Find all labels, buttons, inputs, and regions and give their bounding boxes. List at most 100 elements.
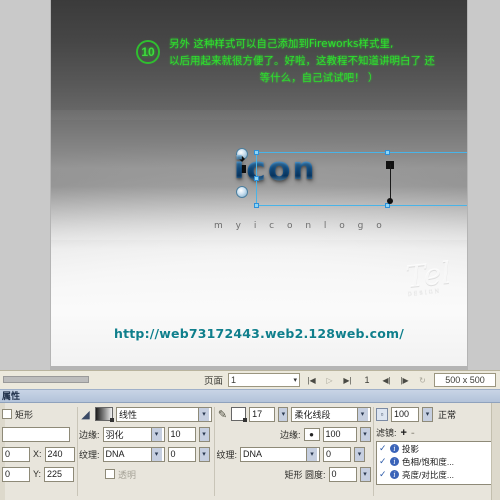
fill-transparent-label: 透明	[118, 469, 137, 480]
animation-next-frame-button[interactable]: |▶	[398, 374, 411, 387]
fill-texture-amount-input[interactable]: 0	[167, 446, 196, 462]
prev-page-button[interactable]: ▷	[323, 374, 336, 387]
fill-transparent-row: 透明	[79, 466, 212, 482]
stroke-edge-row: 边缘: ● 100 ▾	[217, 426, 371, 442]
fill-type-row: ◢ 线性 ▾	[79, 406, 213, 422]
stroke-texture-amount-input[interactable]: 0	[323, 446, 352, 462]
rectangle-roundness-stepper[interactable]: ▾	[359, 466, 371, 482]
panel-vertical-scrollbar[interactable]	[491, 403, 500, 500]
fill-type-select[interactable]: 线性 ▾	[116, 406, 213, 422]
stroke-edge-preview-icon[interactable]: ●	[303, 427, 320, 441]
resize-handle-bottom-left[interactable]	[254, 203, 259, 208]
fill-texture-value: DNA	[105, 449, 125, 459]
object-type-icon	[2, 409, 12, 419]
stroke-size-input[interactable]: 17	[249, 406, 276, 422]
filter-list[interactable]: ✓ i 投影 ✓ i 色相/饱和度... ✓ i 亮度/对比度...	[376, 441, 499, 485]
rectangle-roundness-row: 矩形 圆度: 0 ▾	[217, 466, 371, 482]
filters-header: 滤镜: + -	[376, 426, 498, 439]
stroke-type-select[interactable]: 柔化线段 ▾	[291, 406, 371, 422]
stroke-color-swatch[interactable]	[231, 407, 247, 422]
filter-enabled-check-icon[interactable]: ✓	[379, 443, 387, 454]
resize-handle-top-center[interactable]	[384, 150, 390, 155]
effects-column: ▫ 100 ▾ 正常 滤镜: + - ✓ i 投影 ✓ i 色相/饱和度... …	[373, 403, 500, 500]
fill-edge-amount-input[interactable]: 10	[167, 426, 196, 442]
chevron-down-icon: ▾	[150, 447, 162, 461]
filter-info-icon[interactable]: i	[390, 470, 400, 479]
document-area: 10 另外 这种样式可以自己添加到Fireworks样式里, 以后用起来就很方便…	[0, 0, 500, 370]
opacity-stepper[interactable]: ▾	[422, 406, 434, 422]
remove-filter-button[interactable]: -	[411, 427, 415, 438]
filter-info-icon[interactable]: i	[390, 457, 400, 466]
filter-name: 色相/饱和度...	[402, 456, 454, 467]
stroke-type-value: 柔化线段	[294, 409, 331, 420]
fill-edge-amount-stepper[interactable]: ▾	[198, 426, 210, 442]
horizontal-scrollbar[interactable]	[3, 375, 89, 383]
status-bar-right: 页面 1 ▾ |◀ ▷ ▶| 1 ◀| |▶ ↻ 500 x 500	[204, 373, 500, 387]
opacity-blend-row: ▫ 100 ▾ 正常	[376, 406, 498, 422]
fill-texture-row: 纹理: DNA ▾ 0 ▾	[79, 446, 212, 462]
stroke-type-row: ✎ 17 ▾ 柔化线段 ▾	[217, 406, 371, 422]
page-select-value: 1	[231, 375, 237, 385]
chevron-down-icon: ▾	[198, 407, 210, 421]
object-y-input[interactable]: 225	[44, 466, 75, 482]
chevron-down-icon: ▾	[356, 407, 368, 421]
fill-column: ◢ 线性 ▾ 边缘: 羽化 ▾ 10 ▾ 纹理: DNA ▾ 0 ▾ 透明	[77, 403, 214, 500]
object-y-label: Y:	[33, 469, 42, 479]
paint-bucket-icon[interactable]: ◢	[79, 407, 92, 421]
first-page-button[interactable]: |◀	[305, 374, 318, 387]
filter-info-icon[interactable]: i	[390, 444, 400, 453]
stroke-texture-select[interactable]: DNA ▾	[240, 446, 321, 462]
stroke-texture-amount-stepper[interactable]: ▾	[354, 446, 366, 462]
resize-handle-top-left[interactable]	[254, 150, 259, 155]
filter-list-item[interactable]: ✓ i 投影	[377, 442, 497, 455]
properties-panel-title: 属性	[0, 390, 500, 403]
annotation-line-2: 以后用起来就很方便了。好啦，这教程不知道讲明白了 还	[169, 55, 435, 67]
fill-edge-label: 边缘:	[79, 429, 100, 440]
design-canvas[interactable]: 10 另外 这种样式可以自己添加到Fireworks样式里, 以后用起来就很方便…	[51, 0, 467, 366]
opacity-icon: ▫	[376, 407, 389, 421]
last-page-button[interactable]: ▶|	[341, 374, 354, 387]
selection-bounding-box[interactable]	[254, 150, 467, 208]
object-x-input[interactable]: 240	[44, 446, 75, 462]
current-page-number: 1	[364, 375, 370, 385]
rectangle-roundness-label: 矩形 圆度:	[284, 469, 326, 480]
page-select[interactable]: 1 ▾	[228, 373, 300, 387]
properties-panel-body: 矩形 0 X: 240 0 Y: 225 ◢ 线性 ▾ 边缘: 羽化 ▾ 10 …	[0, 403, 500, 500]
gradient-round-handle[interactable]	[387, 198, 393, 204]
fill-edge-row: 边缘: 羽化 ▾ 10 ▾	[79, 426, 212, 442]
watermark-signature: Tel DESIGN	[404, 256, 453, 298]
filter-enabled-check-icon[interactable]: ✓	[379, 456, 387, 467]
opacity-input[interactable]: 100	[391, 406, 420, 422]
fill-edge-value: 羽化	[105, 429, 124, 440]
filter-list-item[interactable]: ✓ i 亮度/对比度...	[377, 468, 497, 481]
annotation-line-1: 另外 这种样式可以自己添加到Fireworks样式里,	[169, 38, 394, 50]
stroke-edge-stepper[interactable]: ▾	[359, 426, 371, 442]
object-name-input[interactable]	[2, 426, 70, 442]
annotation-text: 另外 这种样式可以自己添加到Fireworks样式里, 以后用起来就很方便了。好…	[169, 36, 467, 87]
stroke-edge-input[interactable]: 100	[322, 426, 357, 442]
stroke-size-stepper[interactable]: ▾	[278, 406, 289, 422]
pencil-icon[interactable]: ✎	[217, 407, 229, 421]
blend-mode-value: 正常	[438, 409, 457, 420]
fill-transparent-checkbox[interactable]	[105, 469, 116, 479]
filter-enabled-check-icon[interactable]: ✓	[379, 469, 387, 480]
animation-loop-button[interactable]: ↻	[416, 374, 429, 387]
object-width-input[interactable]: 0	[2, 446, 30, 462]
rectangle-roundness-input[interactable]: 0	[328, 466, 357, 482]
logo-tagline: m y i c o n l o g o	[214, 221, 387, 231]
resize-handle-middle-left[interactable]	[254, 176, 259, 181]
page-label: 页面	[203, 376, 223, 387]
blend-mode-select[interactable]: 正常	[436, 407, 498, 422]
filter-name: 投影	[402, 443, 420, 454]
object-height-input[interactable]: 0	[2, 466, 30, 482]
chevron-down-icon: ▾	[293, 377, 297, 384]
fill-texture-select[interactable]: DNA ▾	[102, 446, 165, 462]
animation-prev-frame-button[interactable]: ◀|	[380, 374, 393, 387]
filter-list-item[interactable]: ✓ i 色相/饱和度...	[377, 455, 497, 468]
properties-panel: 属性 矩形 0 X: 240 0 Y: 225 ◢ 线性 ▾ 边缘: 羽化 ▾ …	[0, 389, 500, 500]
object-type-label: 矩形	[15, 409, 34, 420]
fill-edge-select[interactable]: 羽化 ▾	[102, 426, 165, 442]
fill-color-swatch[interactable]	[95, 407, 115, 422]
fill-texture-amount-stepper[interactable]: ▾	[198, 446, 210, 462]
add-filter-button[interactable]: +	[401, 427, 407, 438]
